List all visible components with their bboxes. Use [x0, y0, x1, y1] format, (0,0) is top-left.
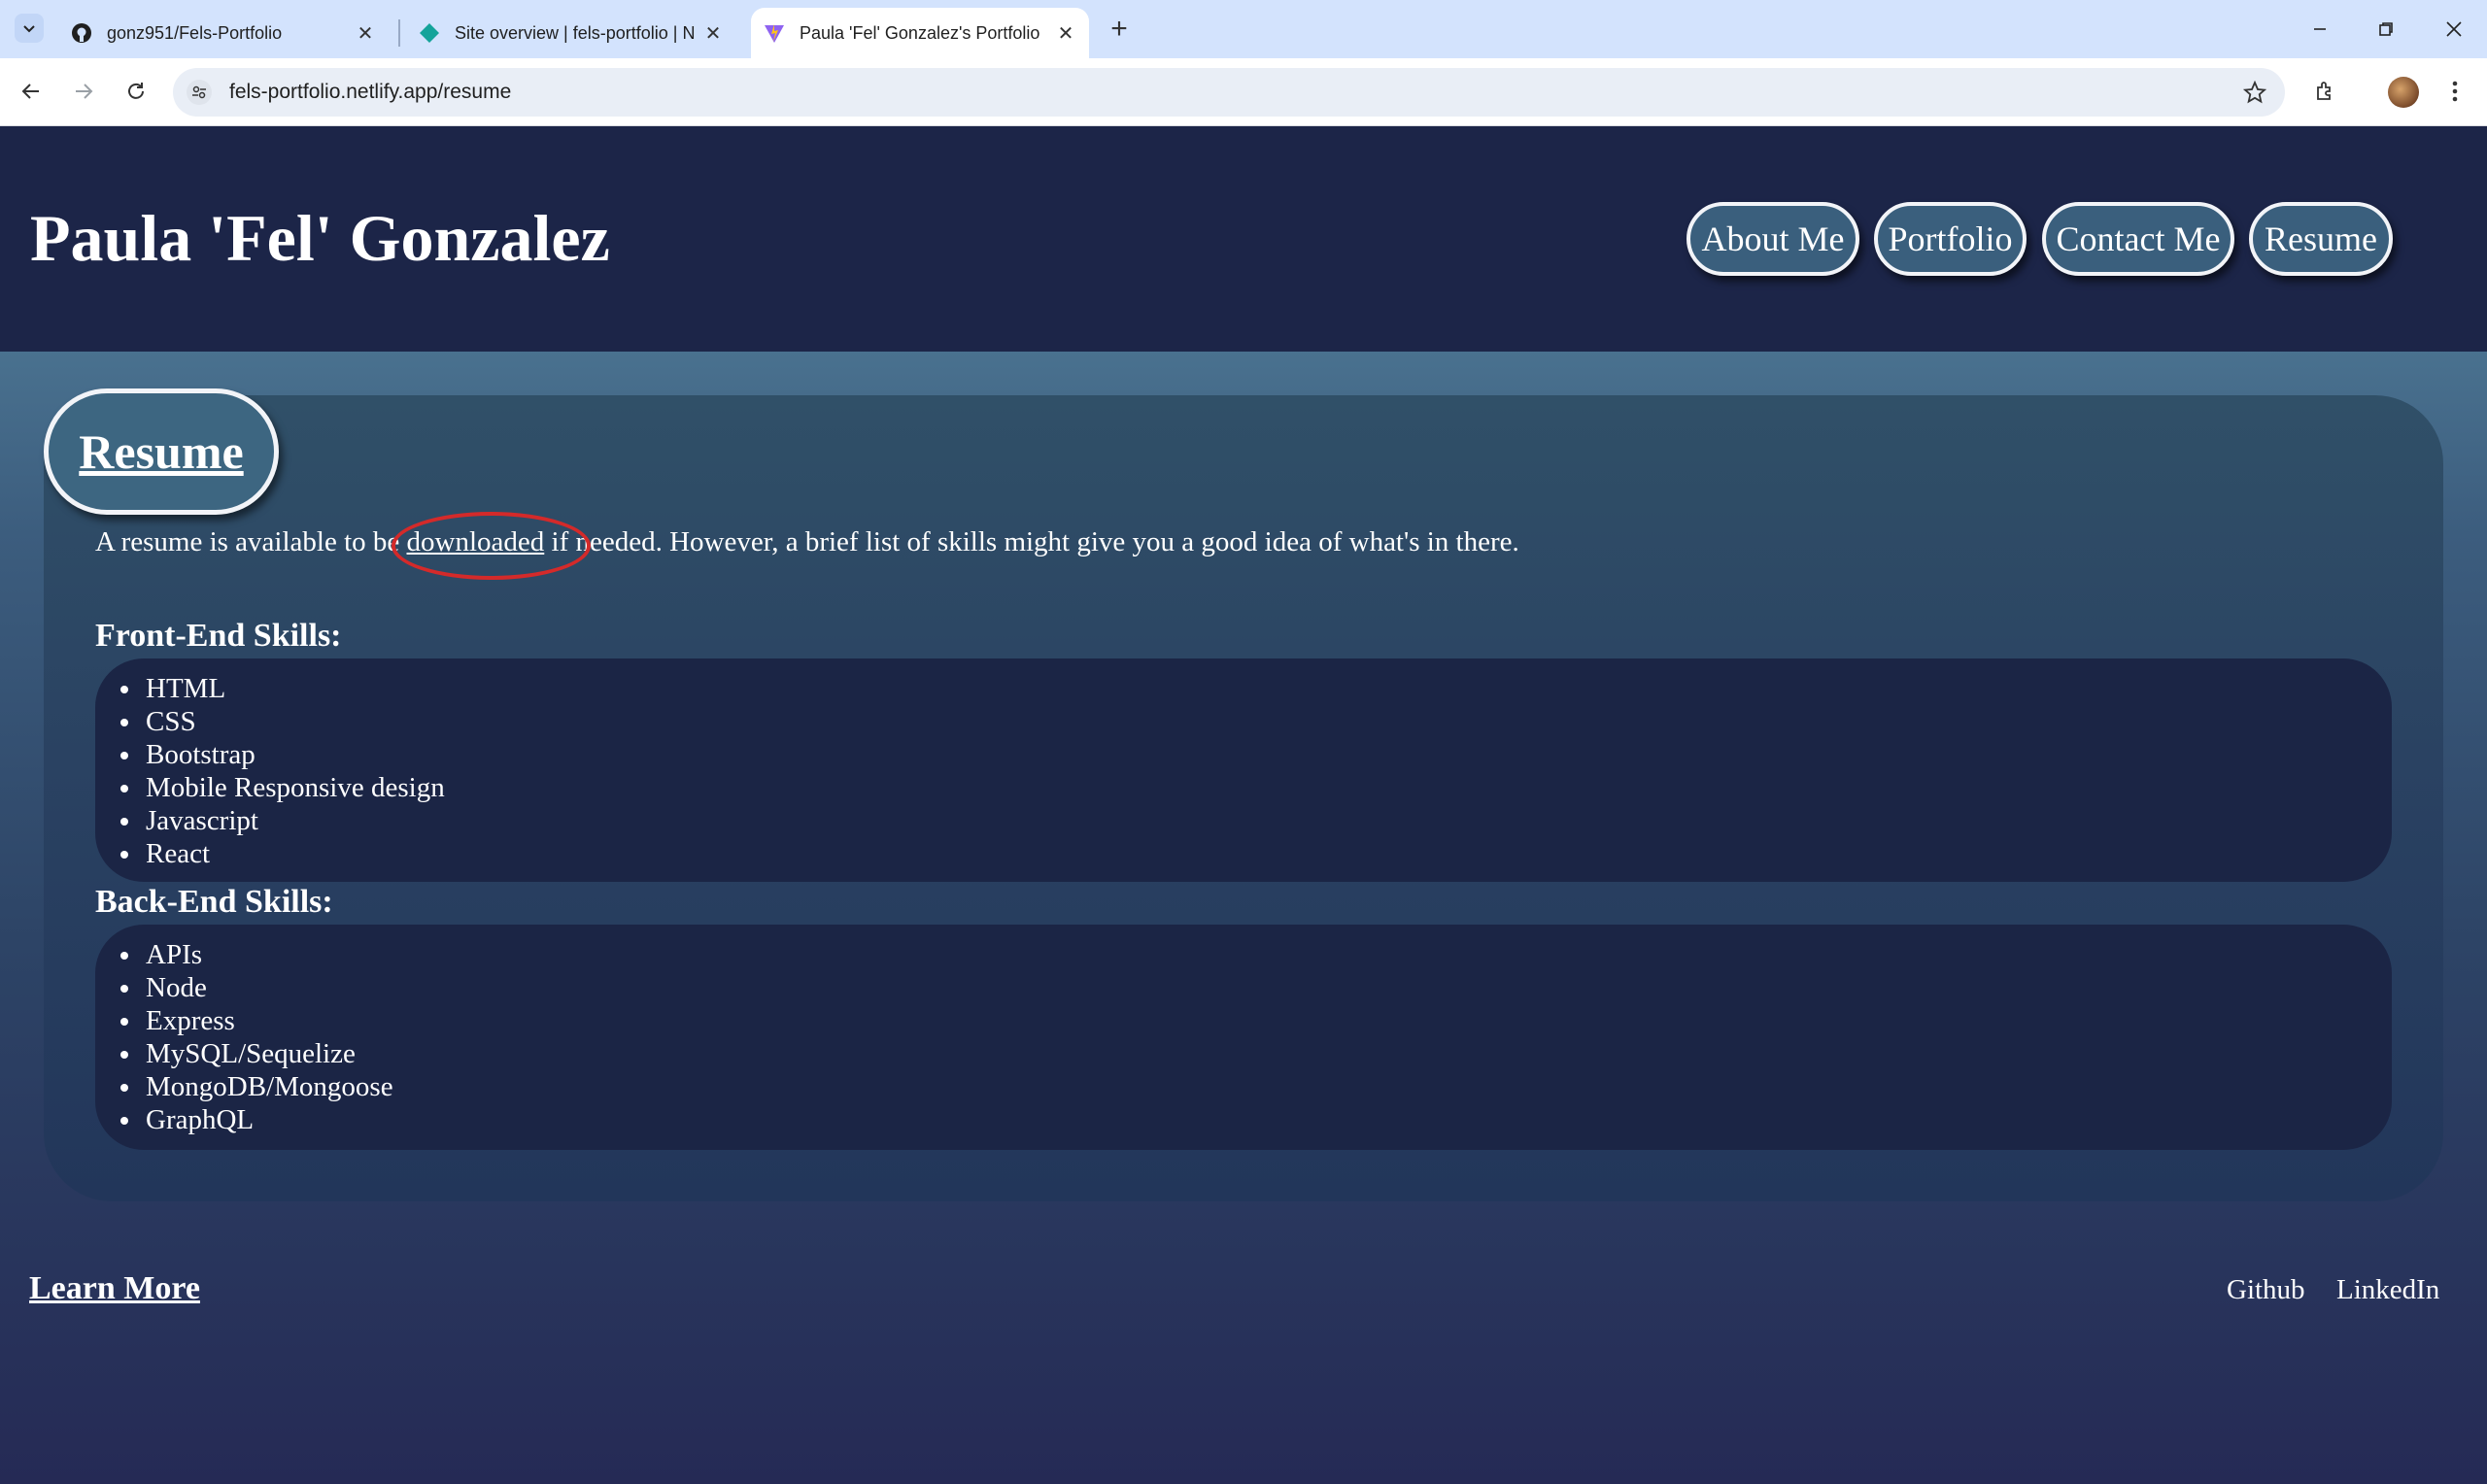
github-link[interactable]: Github	[2227, 1274, 2305, 1306]
list-item: APIs	[120, 938, 393, 971]
close-icon[interactable]: ✕	[1054, 21, 1077, 45]
tab-search-button[interactable]	[15, 14, 44, 43]
reload-icon[interactable]	[119, 74, 153, 109]
list-item: CSS	[120, 705, 445, 738]
close-icon[interactable]: ✕	[354, 21, 377, 45]
intro-text-after: if needed. However, a brief list of skil…	[544, 526, 1519, 557]
site-header: Paula 'Fel' Gonzalez About Me Portfolio …	[0, 126, 2487, 352]
nav-about-me[interactable]: About Me	[1686, 202, 1859, 276]
github-icon	[70, 21, 93, 45]
minimize-icon[interactable]	[2300, 12, 2339, 47]
chevron-down-icon	[23, 25, 35, 33]
list-item: MySQL/Sequelize	[120, 1037, 393, 1070]
list-item: HTML	[120, 672, 445, 705]
new-tab-button[interactable]: +	[1104, 13, 1135, 45]
tab-github[interactable]: gonz951/Fels-Portfolio ✕	[58, 8, 389, 58]
forward-icon[interactable]	[66, 74, 101, 109]
list-item: Node	[120, 971, 393, 1004]
resume-heading-pill: Resume	[44, 388, 279, 515]
tab-portfolio[interactable]: Paula 'Fel' Gonzalez's Portfolio ✕	[751, 8, 1089, 58]
tab-separator	[398, 19, 400, 47]
site-title: Paula 'Fel' Gonzalez	[30, 201, 610, 275]
frontend-heading: Front-End Skills:	[95, 618, 342, 654]
site-info-icon[interactable]	[187, 80, 212, 105]
restore-icon[interactable]	[2367, 12, 2405, 47]
list-item: Javascript	[120, 804, 445, 837]
vite-icon	[763, 21, 786, 45]
tab-title: gonz951/Fels-Portfolio	[107, 22, 283, 43]
profile-avatar[interactable]	[2388, 77, 2419, 108]
tab-netlify[interactable]: Site overview | fels-portfolio | N ✕	[406, 8, 736, 58]
toolbar: fels-portfolio.netlify.app/resume	[0, 58, 2487, 126]
list-item: Mobile Responsive design	[120, 772, 445, 803]
backend-skills-list: APIs Node Express MySQL/Sequelize MongoD…	[120, 938, 393, 1136]
resume-intro: A resume is available to be downloaded i…	[95, 526, 1519, 558]
list-item: Bootstrap	[120, 738, 445, 771]
nav-contact-me[interactable]: Contact Me	[2042, 202, 2234, 276]
list-item: Express	[120, 1004, 393, 1037]
back-icon[interactable]	[14, 74, 49, 109]
page: Paula 'Fel' Gonzalez About Me Portfolio …	[0, 126, 2487, 1484]
list-item: React	[120, 837, 445, 870]
backend-heading: Back-End Skills:	[95, 884, 333, 920]
url-text: fels-portfolio.netlify.app/resume	[229, 81, 512, 103]
bookmark-star-icon[interactable]	[2242, 80, 2267, 105]
extensions-icon[interactable]	[2308, 74, 2343, 109]
close-icon[interactable]: ✕	[701, 21, 725, 45]
annotation-circle	[392, 512, 591, 580]
netlify-icon	[418, 21, 441, 45]
nav-portfolio[interactable]: Portfolio	[1874, 202, 2027, 276]
backend-skills-box: APIs Node Express MySQL/Sequelize MongoD…	[95, 925, 2392, 1150]
list-item: GraphQL	[120, 1103, 393, 1136]
resume-heading: Resume	[79, 424, 244, 479]
frontend-skills-box: HTML CSS Bootstrap Mobile Responsive des…	[95, 658, 2392, 882]
linkedin-link[interactable]: LinkedIn	[2336, 1274, 2439, 1306]
intro-text-before: A resume is available to be	[95, 526, 407, 557]
more-menu-icon[interactable]	[2440, 74, 2470, 109]
address-bar[interactable]: fels-portfolio.netlify.app/resume	[173, 68, 2285, 117]
window-close-icon[interactable]	[2435, 12, 2473, 47]
frontend-skills-list: HTML CSS Bootstrap Mobile Responsive des…	[120, 672, 445, 870]
tab-title: Paula 'Fel' Gonzalez's Portfolio	[800, 22, 1040, 43]
learn-more-link[interactable]: Learn More	[29, 1270, 200, 1307]
tab-title: Site overview | fels-portfolio | N	[455, 22, 696, 43]
nav-resume[interactable]: Resume	[2249, 202, 2393, 276]
list-item: MongoDB/Mongoose	[120, 1071, 393, 1102]
tab-strip: gonz951/Fels-Portfolio ✕ Site overview |…	[0, 0, 2487, 58]
